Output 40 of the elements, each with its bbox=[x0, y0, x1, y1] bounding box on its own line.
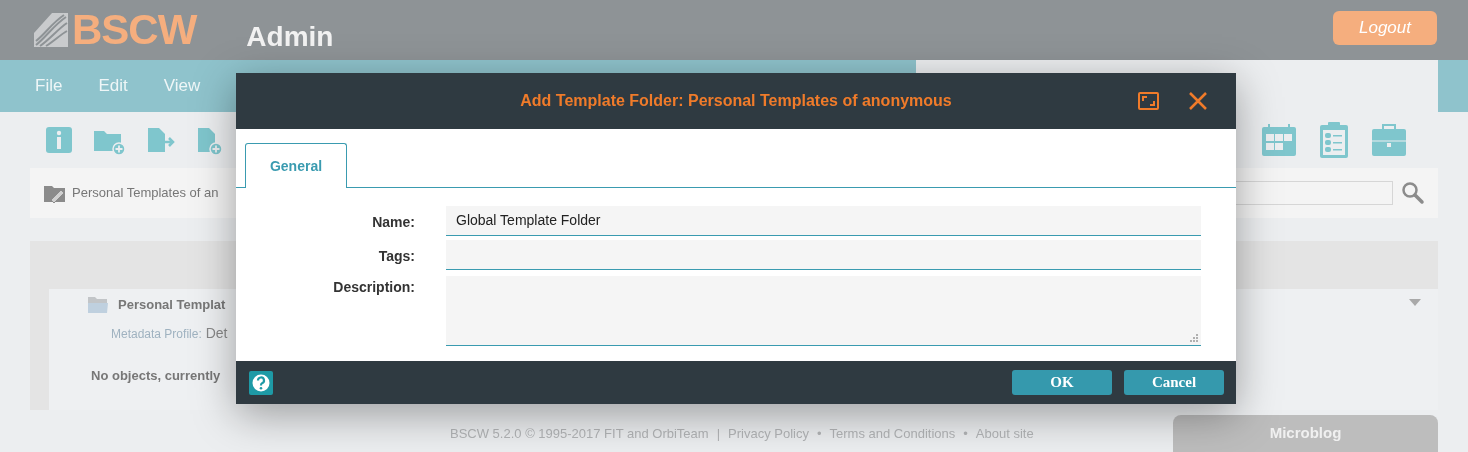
dialog-button[interactable]: Cancel bbox=[1124, 370, 1224, 395]
maximize-icon[interactable] bbox=[1138, 92, 1159, 110]
menu-bar-end bbox=[1438, 60, 1468, 112]
clipboard-icon[interactable] bbox=[1318, 121, 1350, 159]
footer-link[interactable]: About site bbox=[975, 423, 1034, 443]
help-icon[interactable] bbox=[249, 370, 273, 395]
info-icon[interactable] bbox=[44, 125, 74, 155]
separator: | bbox=[716, 424, 721, 443]
folder-name[interactable]: Personal Templat bbox=[118, 295, 226, 315]
logo: BSCW bbox=[32, 9, 197, 51]
page-title: Admin bbox=[246, 20, 334, 54]
metadata-value: Det bbox=[205, 324, 228, 343]
logout-button[interactable]: Logout bbox=[1333, 11, 1437, 45]
separator: • bbox=[963, 424, 968, 443]
resize-handle-icon[interactable] bbox=[1189, 333, 1199, 343]
caret-icon[interactable] bbox=[1409, 299, 1421, 306]
calendar-icon[interactable] bbox=[1260, 122, 1298, 158]
field-label: Tags: bbox=[377, 247, 415, 266]
field-label: Name: bbox=[371, 213, 415, 232]
footer-link[interactable]: Terms and Conditions bbox=[829, 423, 956, 443]
separator: • bbox=[816, 424, 822, 443]
dialog-title: Add Template Folder: Personal Templates of anonymous bbox=[520, 91, 952, 111]
logo-stripes-icon bbox=[32, 11, 70, 49]
menu-item[interactable]: Edit bbox=[98, 73, 128, 99]
close-icon[interactable] bbox=[1189, 92, 1207, 110]
field-label: Description: bbox=[332, 278, 415, 297]
breadcrumb-text[interactable]: Personal Templates of an bbox=[72, 183, 219, 203]
briefcase-icon[interactable] bbox=[1370, 123, 1408, 157]
description-field[interactable] bbox=[446, 276, 1201, 346]
search-icon[interactable] bbox=[1401, 181, 1425, 205]
text-field[interactable] bbox=[446, 240, 1201, 270]
menu-item[interactable]: View bbox=[163, 73, 201, 99]
empty-message: No objects, currently bbox=[91, 367, 221, 385]
menu-item[interactable]: File bbox=[35, 73, 63, 99]
folder-icon bbox=[87, 295, 109, 315]
metadata-label: Metadata Profile: bbox=[111, 326, 202, 343]
text-field[interactable]: Global Template Folder bbox=[446, 206, 1201, 236]
footer-link[interactable]: Privacy Policy bbox=[728, 423, 809, 443]
dialog-button[interactable]: OK bbox=[1012, 370, 1112, 395]
tab[interactable]: General bbox=[245, 143, 347, 188]
